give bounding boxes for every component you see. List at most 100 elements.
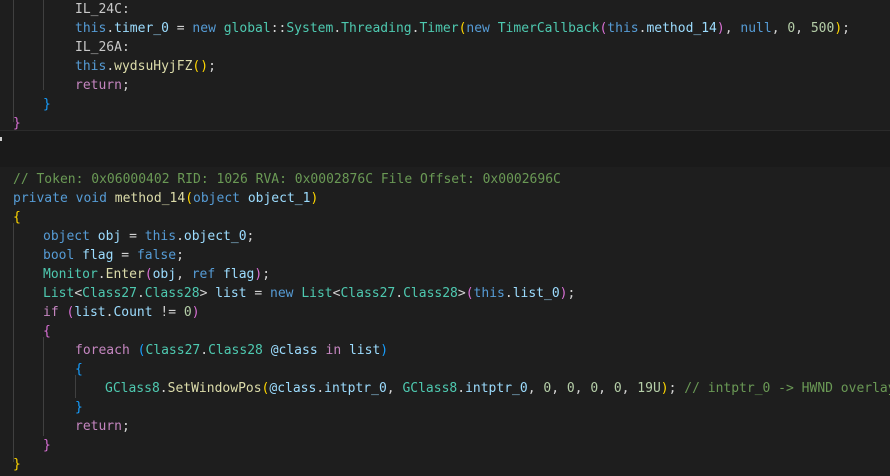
code-token: new	[466, 21, 498, 36]
code-line[interactable]: GClass8.SetWindowPos(@class.intptr_0, GC…	[0, 379, 890, 398]
code-editor-pane-bottom[interactable]: // Token: 0x06000402 RID: 1026 RVA: 0x00…	[0, 167, 890, 476]
code-token: IL_24C:	[75, 2, 130, 17]
code-token: private void	[13, 191, 115, 206]
code-token: <	[74, 286, 83, 301]
code-token: Class28	[403, 286, 458, 301]
code-token: List	[301, 286, 333, 301]
code-token: System	[286, 21, 334, 36]
code-token: >	[199, 286, 216, 301]
code-line[interactable]: foreach (Class27.Class28 @class in list)	[0, 341, 890, 360]
code-token: Class27	[82, 286, 137, 301]
code-token: .	[136, 286, 145, 301]
code-token: !=	[152, 305, 184, 320]
code-token: Class27	[340, 286, 396, 301]
code-line[interactable]: object obj = this.object_0;	[0, 227, 890, 246]
code-token: ,	[574, 381, 591, 396]
code-token: // intptr_0 -> HWND overlay	[684, 381, 890, 396]
code-token: ;	[842, 21, 850, 36]
code-token: ;	[567, 286, 576, 301]
code-line[interactable]: }	[0, 455, 890, 474]
code-token: .	[176, 229, 184, 244]
code-token: )	[310, 191, 319, 206]
code-token: (	[144, 267, 153, 282]
code-token: .	[159, 381, 168, 396]
code-token: ,	[771, 21, 788, 36]
code-line[interactable]: }	[0, 398, 890, 417]
code-token: (	[185, 191, 194, 206]
code-line[interactable]: bool flag = false;	[0, 246, 890, 265]
code-line[interactable]: Monitor.Enter(obj, ref flag);	[0, 265, 890, 284]
code-token: global	[223, 21, 271, 36]
code-line[interactable]: private void method_14(object object_1)	[0, 189, 890, 208]
code-token: IL_26A:	[75, 40, 130, 55]
code-token: obj	[97, 229, 122, 244]
code-token: if	[43, 305, 67, 320]
code-line[interactable]: {	[0, 208, 890, 227]
code-line[interactable]: return;	[0, 417, 890, 436]
code-token: }	[43, 438, 51, 453]
code-token: this	[473, 286, 505, 301]
code-token: list	[348, 343, 381, 358]
code-token: 0	[787, 21, 796, 36]
code-line[interactable]: IL_24C:	[0, 0, 890, 19]
code-token: )	[834, 21, 843, 36]
code-token: method_14	[114, 191, 186, 206]
code-line[interactable]: }	[0, 436, 890, 455]
code-token: timer_0	[114, 21, 169, 36]
code-token: ,	[176, 267, 192, 282]
code-token: Count	[113, 305, 153, 320]
code-token: {	[13, 210, 21, 225]
code-token: =	[113, 248, 137, 263]
code-token: )	[380, 343, 389, 358]
code-line[interactable]: List<Class27.Class28> list = new List<Cl…	[0, 284, 890, 303]
code-line[interactable]: this.timer_0 = new global::System.Thread…	[0, 19, 890, 38]
code-token: 19U	[637, 381, 661, 396]
code-token: flag	[223, 267, 255, 282]
code-line[interactable]: }	[0, 114, 890, 130]
code-token: this	[75, 21, 107, 36]
code-line[interactable]: IL_26A:	[0, 38, 890, 57]
code-token: flag	[82, 248, 114, 263]
code-token: }	[13, 457, 21, 472]
code-token: (	[465, 286, 474, 301]
code-token: method_14	[646, 21, 717, 36]
code-token: in	[325, 343, 342, 358]
code-token: ;	[246, 229, 255, 244]
code-token: @class	[270, 343, 318, 358]
code-token: object_0	[183, 229, 247, 244]
code-token: ref	[191, 267, 224, 282]
code-line[interactable]: if (list.Count != 0)	[0, 303, 890, 322]
code-token: ,	[724, 21, 741, 36]
code-token: TimerCallback	[497, 21, 600, 36]
cursor-mark	[0, 137, 2, 141]
code-token: intptr_0	[324, 381, 387, 396]
code-line[interactable]: }	[0, 95, 890, 114]
code-token: }	[43, 97, 51, 112]
code-line[interactable]: // Token: 0x06000402 RID: 1026 RVA: 0x00…	[0, 170, 890, 189]
code-token: list	[215, 286, 247, 301]
code-token: false	[136, 248, 177, 263]
code-token: this	[607, 21, 639, 36]
code-line[interactable]: this.wydsuHyjFZ();	[0, 57, 890, 76]
code-token: .	[97, 267, 106, 282]
code-token: )	[716, 21, 725, 36]
code-editor-pane-top[interactable]: IL_24C: this.timer_0 = new global::Syste…	[0, 0, 890, 130]
code-token: foreach	[75, 343, 138, 358]
code-line[interactable]: {	[0, 360, 890, 379]
code-token: 500	[810, 21, 835, 36]
code-line[interactable]: {	[0, 322, 890, 341]
pane-divider	[0, 130, 890, 168]
code-line[interactable]: return;	[0, 76, 890, 95]
code-token: wydsuHyjFZ	[114, 59, 193, 74]
code-token: 0	[590, 381, 599, 396]
code-token: object_1	[247, 191, 311, 206]
code-token: bool	[43, 248, 83, 263]
code-token: Threading	[341, 21, 412, 36]
code-token: .	[316, 381, 325, 396]
code-token: GClass8	[105, 381, 160, 396]
code-token: ,	[386, 381, 403, 396]
code-token: Class28	[144, 286, 200, 301]
